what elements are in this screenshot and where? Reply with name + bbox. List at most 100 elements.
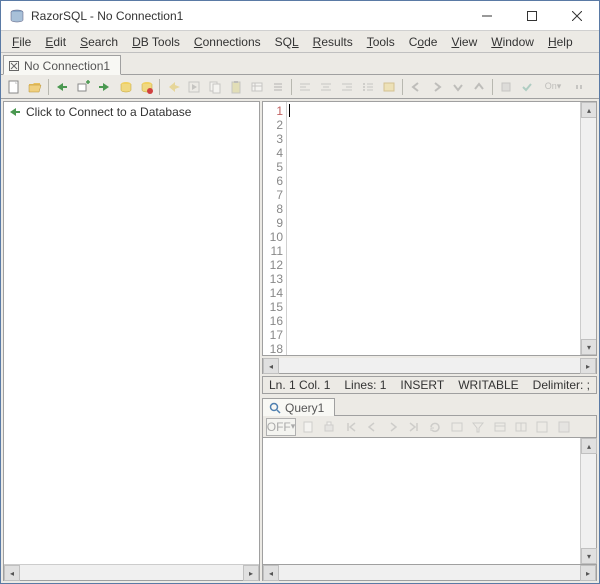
qnav-next-button[interactable]	[383, 417, 403, 437]
right-pane: 123456789101112131415161718192021 ▴ ▾ ◂ …	[262, 101, 597, 581]
scroll-up-icon[interactable]: ▴	[581, 102, 597, 118]
execute2-button[interactable]	[184, 77, 204, 97]
query-tabbar: Query1	[262, 396, 597, 416]
stop-button[interactable]	[496, 77, 516, 97]
query-pane: Query1 OFF▾	[262, 396, 597, 581]
nav-forward-button[interactable]	[427, 77, 447, 97]
paste-button[interactable]	[226, 77, 246, 97]
tab-label: No Connection1	[24, 59, 110, 73]
qexport-button[interactable]	[298, 417, 318, 437]
table-button[interactable]	[379, 77, 399, 97]
status-position: Ln. 1 Col. 1	[269, 378, 330, 392]
execute-button[interactable]	[163, 77, 183, 97]
query-hscroll[interactable]: ◂ ▸	[262, 565, 597, 581]
qnav-first-button[interactable]	[341, 417, 361, 437]
connect-arrow-icon	[8, 105, 22, 119]
new-file-button[interactable]	[4, 77, 24, 97]
disconnect-button[interactable]	[94, 77, 114, 97]
qgrid2-button[interactable]	[511, 417, 531, 437]
close-button[interactable]	[554, 1, 599, 30]
window-title: RazorSQL - No Connection1	[31, 9, 464, 23]
align-right-button[interactable]	[337, 77, 357, 97]
align-center-button[interactable]	[316, 77, 336, 97]
qnav-prev-button[interactable]	[362, 417, 382, 437]
menu-dbtools[interactable]: DB Tools	[125, 33, 187, 51]
nav-back-button[interactable]	[406, 77, 426, 97]
menu-file[interactable]: File	[5, 33, 38, 51]
qnav-last-button[interactable]	[404, 417, 424, 437]
scroll-left-icon[interactable]: ◂	[4, 565, 20, 581]
qgrid-button[interactable]	[490, 417, 510, 437]
status-writable: WRITABLE	[458, 378, 518, 392]
scroll-right-icon[interactable]: ▸	[580, 565, 596, 581]
qfilter-button[interactable]	[468, 417, 488, 437]
qprint-button[interactable]	[319, 417, 339, 437]
menu-search[interactable]: Search	[73, 33, 125, 51]
menu-window[interactable]: Window	[484, 33, 541, 51]
content-area: Click to Connect to a Database ◂ ▸ 12345…	[1, 99, 599, 583]
tree-hscroll[interactable]: ◂ ▸	[4, 564, 259, 580]
scroll-down-icon[interactable]: ▾	[581, 339, 597, 355]
add-connection-button[interactable]	[73, 77, 93, 97]
query-tab-label: Query1	[285, 401, 324, 415]
menubar: File Edit Search DB Tools Connections SQ…	[1, 31, 599, 53]
editor-hscroll[interactable]: ◂ ▸	[262, 358, 597, 374]
qrefresh-button[interactable]	[425, 417, 445, 437]
copy-button[interactable]	[205, 77, 225, 97]
menu-code[interactable]: Code	[402, 33, 445, 51]
app-icon	[9, 8, 25, 24]
query-results: ▴ ▾	[262, 438, 597, 565]
on-button[interactable]: On▾	[538, 77, 568, 97]
sql-editor: 123456789101112131415161718192021 ▴ ▾	[262, 101, 597, 356]
query-tab-1[interactable]: Query1	[262, 398, 335, 416]
status-lines: Lines: 1	[344, 378, 386, 392]
editor-statusbar: Ln. 1 Col. 1 Lines: 1 INSERT WRITABLE De…	[262, 376, 597, 394]
menu-help[interactable]: Help	[541, 33, 580, 51]
scroll-left-icon[interactable]: ◂	[263, 358, 279, 374]
scroll-right-icon[interactable]: ▸	[580, 358, 596, 374]
titlebar: RazorSQL - No Connection1	[1, 1, 599, 31]
tab-close-icon[interactable]	[8, 60, 20, 72]
query-vscroll[interactable]: ▴ ▾	[580, 438, 596, 564]
query-results-body[interactable]	[263, 438, 580, 564]
query-off-toggle[interactable]: OFF▾	[266, 418, 296, 436]
nav-up-button[interactable]	[469, 77, 489, 97]
menu-results[interactable]: Results	[306, 33, 360, 51]
menu-button[interactable]	[268, 77, 288, 97]
menu-sql[interactable]: SQL	[268, 33, 306, 51]
database-tree-pane: Click to Connect to a Database ◂ ▸	[3, 101, 260, 581]
editor-gutter: 123456789101112131415161718192021	[263, 102, 287, 355]
qedit-button[interactable]	[447, 417, 467, 437]
menu-connections[interactable]: Connections	[187, 33, 268, 51]
editor-vscroll[interactable]: ▴ ▾	[580, 102, 596, 355]
menu-edit[interactable]: Edit	[38, 33, 73, 51]
scroll-up-icon[interactable]: ▴	[581, 438, 597, 454]
scroll-right-icon[interactable]: ▸	[243, 565, 259, 581]
qsave-button[interactable]	[554, 417, 574, 437]
overflow-button[interactable]	[569, 77, 589, 97]
maximize-button[interactable]	[509, 1, 554, 30]
list-button[interactable]	[358, 77, 378, 97]
scroll-down-icon[interactable]: ▾	[581, 548, 597, 564]
connect-prompt-label: Click to Connect to a Database	[26, 105, 191, 119]
editor-body[interactable]	[287, 102, 580, 355]
menu-tools[interactable]: Tools	[360, 33, 402, 51]
tab-noconnection1[interactable]: No Connection1	[3, 55, 121, 75]
open-file-button[interactable]	[25, 77, 45, 97]
status-mode: INSERT	[400, 378, 444, 392]
scroll-left-icon[interactable]: ◂	[263, 565, 279, 581]
align-left-button[interactable]	[295, 77, 315, 97]
results-button[interactable]	[247, 77, 267, 97]
commit-button[interactable]	[136, 77, 156, 97]
connect-button[interactable]	[52, 77, 72, 97]
rollback-button[interactable]	[115, 77, 135, 97]
tabbar: No Connection1	[1, 53, 599, 75]
check-button[interactable]	[517, 77, 537, 97]
menu-view[interactable]: View	[444, 33, 484, 51]
query-toolbar: OFF▾	[262, 416, 597, 438]
nav-down-button[interactable]	[448, 77, 468, 97]
connect-prompt-item[interactable]: Click to Connect to a Database	[4, 102, 259, 122]
qtext-button[interactable]	[532, 417, 552, 437]
minimize-button[interactable]	[464, 1, 509, 30]
query-tab-icon	[269, 402, 281, 414]
